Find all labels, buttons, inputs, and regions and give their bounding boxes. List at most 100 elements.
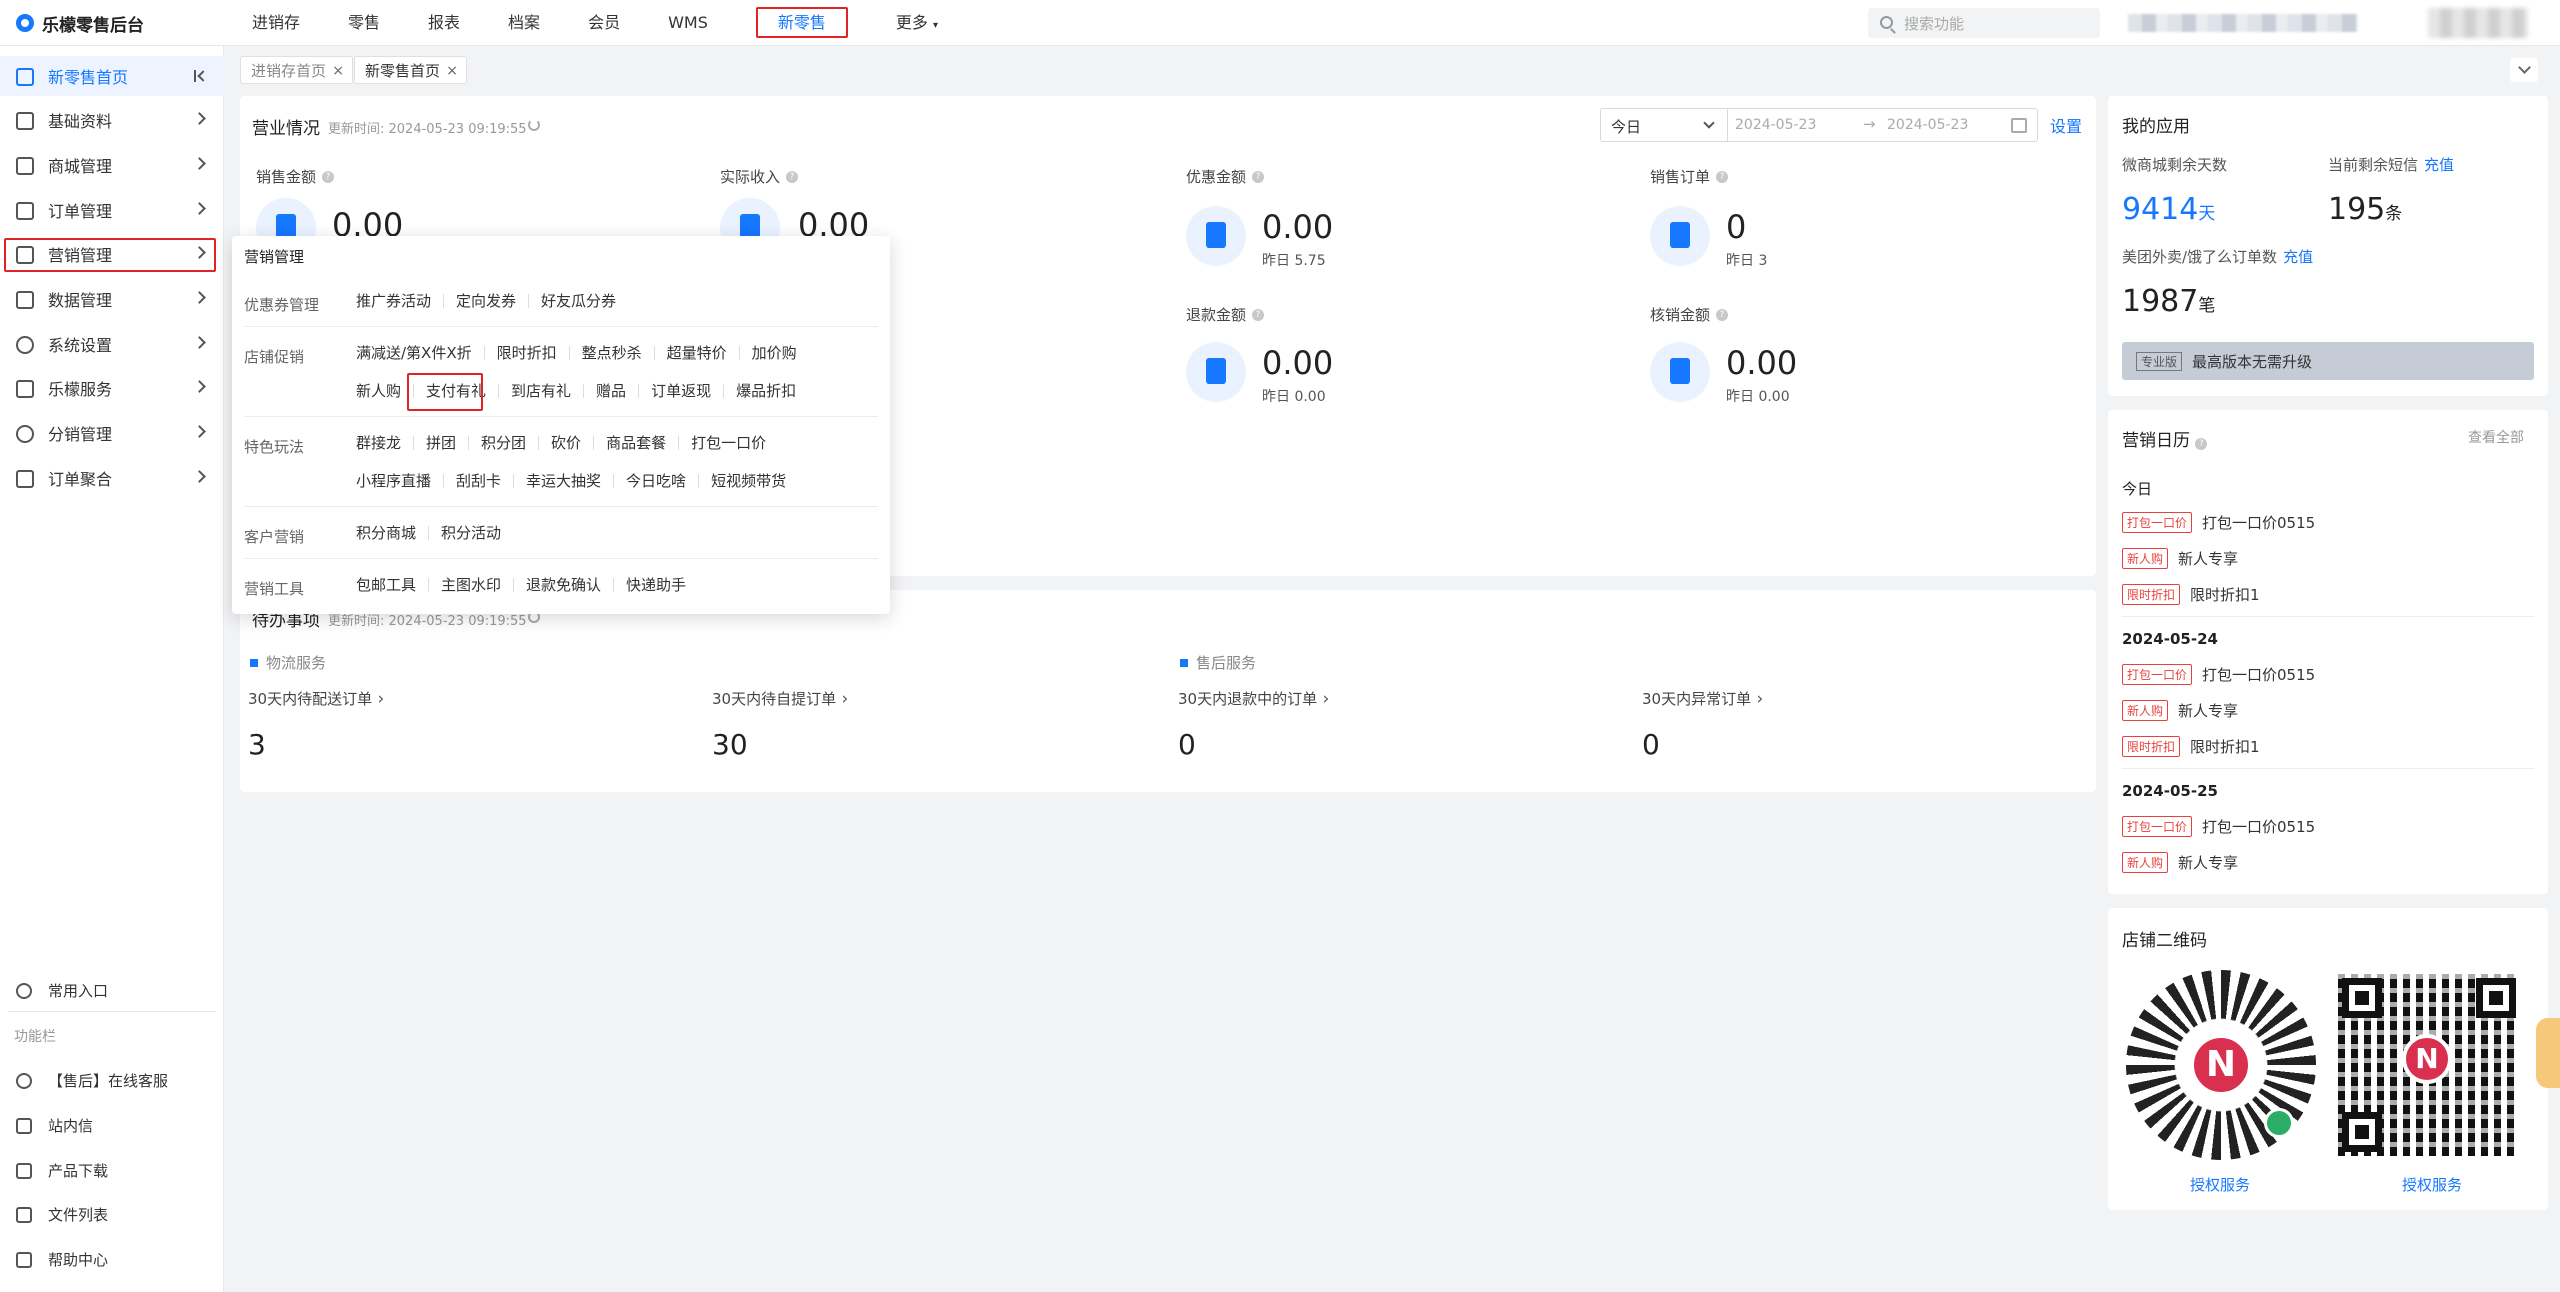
menu-item-mini-live[interactable]: 小程序直播 bbox=[356, 474, 445, 489]
menu-item-promo-coupon[interactable]: 推广券活动 bbox=[356, 294, 445, 309]
sidebar-item-settings[interactable]: 系统设置 bbox=[0, 324, 224, 364]
sidebar-item-mall[interactable]: 商城管理 bbox=[0, 145, 224, 185]
menu-item-order-cashback[interactable]: 订单返现 bbox=[639, 384, 725, 399]
meituan-value: 1987笔 bbox=[2122, 284, 2216, 319]
calendar-event[interactable]: 新人购 新人专享 bbox=[2122, 852, 2238, 873]
nav-item-new-retail[interactable]: 新零售 bbox=[732, 0, 872, 46]
app-title: 乐檬零售后台 bbox=[42, 15, 144, 36]
calendar-event[interactable]: 打包一口价 打包一口价0515 bbox=[2122, 664, 2315, 685]
date-from-input[interactable]: 2024-05-23 bbox=[1735, 117, 1816, 133]
collapse-sidebar-icon[interactable] bbox=[194, 70, 208, 82]
calendar-event[interactable]: 新人购 新人专享 bbox=[2122, 700, 2238, 721]
mascot-icon[interactable] bbox=[2536, 1018, 2560, 1088]
menu-item-refund-no-confirm[interactable]: 退款免确认 bbox=[514, 578, 615, 593]
sidebar-item-file-list[interactable]: 文件列表 bbox=[0, 1194, 224, 1234]
calendar-event[interactable]: 打包一口价 打包一口价0515 bbox=[2122, 512, 2315, 533]
date-to-input[interactable]: 2024-05-23 bbox=[1887, 117, 1968, 133]
sidebar-item-distribution[interactable]: 分销管理 bbox=[0, 413, 224, 453]
search-input[interactable]: 搜索功能 bbox=[1868, 8, 2100, 38]
menu-item-group-buy[interactable]: 拼团 bbox=[414, 436, 470, 451]
todo-abnormal-link[interactable]: 30天内异常订单 bbox=[1642, 688, 1763, 709]
nav-item-wms[interactable]: WMS bbox=[644, 0, 732, 46]
nav-item-retail[interactable]: 零售 bbox=[324, 0, 404, 46]
sidebar-item-data[interactable]: 数据管理 bbox=[0, 279, 224, 319]
nav-item-archive[interactable]: 档案 bbox=[484, 0, 564, 46]
menu-item-targeted-coupon[interactable]: 定向发券 bbox=[444, 294, 530, 309]
sidebar-item-lemeng-service[interactable]: 乐檬服务 bbox=[0, 368, 224, 408]
menu-item-points-mall[interactable]: 积分商城 bbox=[356, 526, 430, 541]
menu-item-full-reduction[interactable]: 满减送/第X件X折 bbox=[356, 346, 485, 361]
refresh-icon[interactable] bbox=[528, 119, 540, 131]
todo-pending-delivery-link[interactable]: 30天内待配送订单 bbox=[248, 688, 384, 709]
sidebar-item-new-retail-home[interactable]: 新零售首页 bbox=[0, 56, 224, 96]
help-icon[interactable]: ? bbox=[1716, 308, 1729, 321]
help-icon[interactable]: ? bbox=[1716, 170, 1729, 183]
menu-item-lucky-draw[interactable]: 幸运大抽奖 bbox=[514, 474, 615, 489]
menu-item-new-customer[interactable]: 新人购 bbox=[356, 384, 415, 399]
sidebar-item-marketing[interactable]: 营销管理 bbox=[0, 234, 224, 274]
store-icon bbox=[16, 157, 34, 175]
avatar[interactable] bbox=[2428, 8, 2528, 38]
menu-item-scratch-card[interactable]: 刮刮卡 bbox=[444, 474, 515, 489]
menu-item-payment-gift[interactable]: 支付有礼 bbox=[407, 373, 500, 411]
tab-new-retail-home[interactable]: 新零售首页 × bbox=[354, 56, 468, 85]
meituan-recharge-link[interactable]: 充值 bbox=[2283, 248, 2313, 266]
sidebar-item-basic-data[interactable]: 基础资料 bbox=[0, 100, 224, 140]
authorize-service-link[interactable]: 授权服务 bbox=[2190, 1174, 2250, 1195]
menu-item-short-video[interactable]: 短视频带货 bbox=[699, 474, 798, 489]
calendar-event[interactable]: 打包一口价 打包一口价0515 bbox=[2122, 816, 2315, 837]
sidebar-common-entry[interactable]: 常用入口 bbox=[0, 970, 224, 1010]
sidebar-item-order-aggregation[interactable]: 订单聚合 bbox=[0, 458, 224, 498]
menu-item-express-helper[interactable]: 快递助手 bbox=[614, 578, 698, 593]
nav-item-inventory[interactable]: 进销存 bbox=[228, 0, 324, 46]
menu-item-bargain[interactable]: 砍价 bbox=[539, 436, 595, 451]
menu-item-add-on-purchase[interactable]: 加价购 bbox=[740, 346, 809, 361]
sidebar-item-inbox[interactable]: 站内信 bbox=[0, 1105, 224, 1145]
tabs-dropdown-button[interactable] bbox=[2510, 58, 2538, 82]
calendar-event[interactable]: 新人购 新人专享 bbox=[2122, 548, 2238, 569]
tab-inventory-home[interactable]: 进销存首页 × bbox=[240, 56, 354, 85]
menu-item-points-activity[interactable]: 积分活动 bbox=[429, 526, 513, 541]
nav-item-reports[interactable]: 报表 bbox=[404, 0, 484, 46]
nav-item-member[interactable]: 会员 bbox=[564, 0, 644, 46]
help-icon[interactable]: ? bbox=[2195, 438, 2208, 450]
calendar-icon[interactable] bbox=[2011, 118, 2027, 133]
see-all-link[interactable]: 查看全部 bbox=[2468, 427, 2524, 447]
todo-refunding-link[interactable]: 30天内退款中的订单 bbox=[1178, 688, 1329, 709]
app-logo[interactable]: 乐檬零售后台 bbox=[16, 12, 144, 36]
sidebar-item-downloads[interactable]: 产品下载 bbox=[0, 1150, 224, 1190]
sidebar-item-orders[interactable]: 订单管理 bbox=[0, 190, 224, 230]
sidebar-item-online-support[interactable]: 【售后】在线客服 bbox=[0, 1060, 224, 1100]
menu-item-giveaway[interactable]: 赠品 bbox=[584, 384, 640, 399]
user-info-blurred[interactable] bbox=[2128, 14, 2358, 32]
close-icon[interactable]: × bbox=[332, 57, 344, 85]
menu-item-bundle-price[interactable]: 打包一口价 bbox=[679, 436, 778, 451]
menu-item-limited-discount[interactable]: 限时折扣 bbox=[485, 346, 570, 361]
writeoff-icon bbox=[1650, 342, 1710, 402]
menu-item-points-group[interactable]: 积分团 bbox=[469, 436, 540, 451]
help-icon[interactable]: ? bbox=[1252, 308, 1265, 321]
authorize-service-link[interactable]: 授权服务 bbox=[2402, 1174, 2462, 1195]
sidebar-item-help[interactable]: 帮助中心 bbox=[0, 1239, 224, 1279]
menu-item-in-store-gift[interactable]: 到店有礼 bbox=[499, 384, 585, 399]
todo-pending-pickup-link[interactable]: 30天内待自提订单 bbox=[712, 688, 848, 709]
menu-item-flash-sale[interactable]: 整点秒杀 bbox=[570, 346, 655, 361]
menu-item-friend-split-coupon[interactable]: 好友瓜分券 bbox=[529, 294, 628, 309]
menu-item-image-watermark[interactable]: 主图水印 bbox=[429, 578, 515, 593]
help-icon[interactable]: ? bbox=[786, 170, 799, 183]
help-icon[interactable]: ? bbox=[1252, 170, 1265, 183]
date-preset-select[interactable]: 今日 bbox=[1611, 116, 1641, 137]
nav-item-more[interactable]: 更多 ▾ bbox=[872, 0, 962, 46]
menu-item-group-chain[interactable]: 群接龙 bbox=[356, 436, 415, 451]
calendar-event[interactable]: 限时折扣 限时折扣1 bbox=[2122, 584, 2260, 605]
menu-item-hot-discount[interactable]: 爆品折扣 bbox=[724, 384, 808, 399]
menu-item-bulk-special[interactable]: 超量特价 bbox=[655, 346, 740, 361]
sms-recharge-link[interactable]: 充值 bbox=[2424, 156, 2454, 174]
settings-link[interactable]: 设置 bbox=[2050, 113, 2082, 137]
menu-item-product-bundle[interactable]: 商品套餐 bbox=[594, 436, 680, 451]
close-icon[interactable]: × bbox=[446, 57, 458, 85]
menu-item-free-shipping[interactable]: 包邮工具 bbox=[356, 578, 430, 593]
help-icon[interactable]: ? bbox=[322, 170, 335, 183]
calendar-event[interactable]: 限时折扣 限时折扣1 bbox=[2122, 736, 2260, 757]
menu-item-what-to-eat[interactable]: 今日吃啥 bbox=[614, 474, 700, 489]
